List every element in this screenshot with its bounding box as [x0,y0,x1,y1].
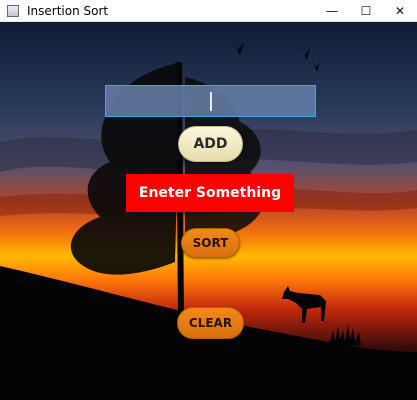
app-icon [7,4,19,17]
window-controls: — ☐ ✕ [315,0,417,22]
maximize-icon: ☐ [360,4,372,18]
close-icon: ✕ [394,4,406,18]
maximize-button[interactable]: ☐ [349,0,383,22]
minimize-icon: — [326,4,338,18]
validation-message: Eneter Something [126,174,294,212]
clear-button[interactable]: CLEAR [177,307,244,339]
close-button[interactable]: ✕ [383,0,417,22]
text-caret [210,92,212,111]
add-button[interactable]: ADD [178,126,243,162]
minimize-button[interactable]: — [315,0,349,22]
window-title: Insertion Sort [27,3,109,18]
app-content: ADD Eneter Something SORT CLEAR [0,22,417,400]
value-input-field[interactable] [105,85,316,117]
title-bar: Insertion Sort — ☐ ✕ [0,0,417,22]
sort-button[interactable]: SORT [181,228,240,258]
